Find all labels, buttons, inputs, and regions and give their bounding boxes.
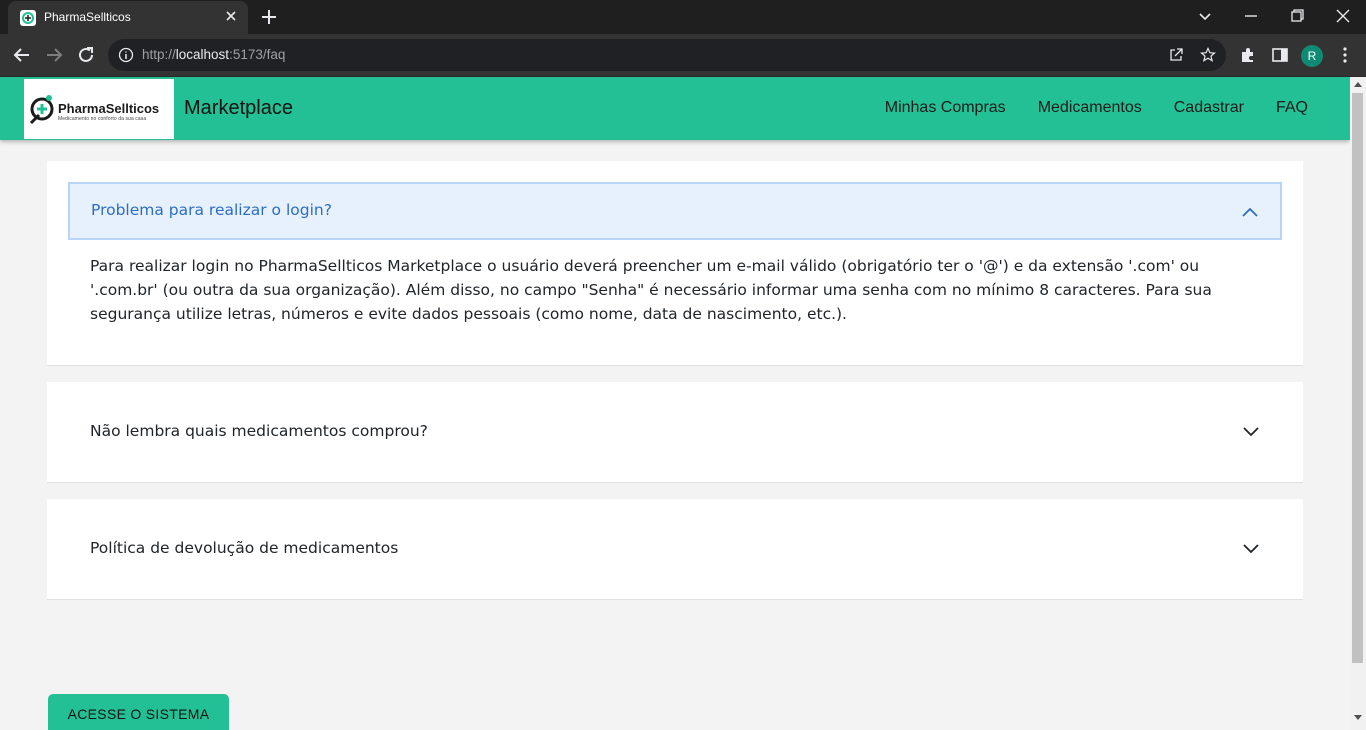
chevron-up-icon <box>1242 207 1258 217</box>
scroll-down-arrow-icon[interactable] <box>1353 714 1363 722</box>
nav-link-minhas-compras[interactable]: Minhas Compras <box>885 99 1006 117</box>
site-navbar: PharmaSellticos Medicamento no conforto … <box>0 77 1350 140</box>
share-icon[interactable] <box>1168 47 1184 63</box>
faq-question: Política de devolução de medicamentos <box>90 539 399 557</box>
nav-link-medicamentos[interactable]: Medicamentos <box>1038 99 1142 117</box>
faq-answer: Para realizar login no PharmaSellticos M… <box>90 257 1212 323</box>
logo-emblem-icon <box>29 95 54 125</box>
side-panel-icon[interactable] <box>1271 46 1289 64</box>
site-info-icon[interactable] <box>118 47 134 63</box>
extensions-icon[interactable] <box>1239 46 1257 64</box>
forward-icon[interactable] <box>44 45 64 65</box>
faq-question-button[interactable]: Não lembra quais medicamentos comprou? <box>68 403 1282 461</box>
faq-question: Problema para realizar o login? <box>91 201 332 219</box>
new-tab-icon[interactable] <box>260 8 278 26</box>
address-bar[interactable]: http://localhost:5173/faq <box>108 39 1226 71</box>
tab-title: PharmaSellticos <box>44 10 131 24</box>
faq-question-button[interactable]: Política de devolução de medicamentos <box>68 520 1282 578</box>
faq-item: Política de devolução de medicamentos <box>47 499 1303 600</box>
browser-menu-icon[interactable] <box>1336 46 1354 64</box>
main-nav: Minhas Compras Medicamentos Cadastrar FA… <box>853 99 1308 117</box>
site-favicon-icon <box>20 10 36 26</box>
logo-text: PharmaSellticos <box>58 101 160 116</box>
back-icon[interactable] <box>12 45 32 65</box>
faq-question-button[interactable]: Problema para realizar o login? <box>68 182 1282 240</box>
scroll-up-arrow-icon[interactable] <box>1353 80 1363 88</box>
faq-item: Não lembra quais medicamentos comprou? <box>47 382 1303 483</box>
browser-tab[interactable]: PharmaSellticos <box>8 1 248 34</box>
nav-link-cadastrar[interactable]: Cadastrar <box>1174 99 1244 117</box>
minimize-icon[interactable] <box>1240 6 1262 26</box>
faq-item: Problema para realizar o login? Para rea… <box>47 161 1303 366</box>
scrollbar-thumb[interactable] <box>1352 93 1363 663</box>
chevron-down-icon <box>1243 544 1259 554</box>
browser-tab-bar: PharmaSellticos <box>0 0 1366 34</box>
logo-tagline: Medicamento no conforto da sua casa <box>58 116 147 122</box>
browser-toolbar: http://localhost:5173/faq <box>0 34 1366 77</box>
site-logo[interactable]: PharmaSellticos Medicamento no conforto … <box>24 79 174 139</box>
close-tab-icon[interactable] <box>224 9 238 23</box>
page-content: PharmaSellticos Medicamento no conforto … <box>0 77 1350 730</box>
url-text: http://localhost:5173/faq <box>142 47 286 62</box>
reload-icon[interactable] <box>76 45 96 65</box>
bookmark-star-icon[interactable] <box>1200 47 1216 63</box>
close-window-icon[interactable] <box>1332 6 1354 26</box>
faq-question: Não lembra quais medicamentos comprou? <box>90 422 428 440</box>
access-system-button[interactable]: ACESSE O SISTEMA <box>48 694 229 730</box>
restore-icon[interactable] <box>1286 6 1308 26</box>
chevron-down-icon <box>1243 427 1259 437</box>
nav-link-faq[interactable]: FAQ <box>1276 99 1308 117</box>
profile-avatar[interactable]: R <box>1301 45 1323 67</box>
brand-title: Marketplace <box>184 97 293 119</box>
tab-search-icon[interactable] <box>1194 6 1216 26</box>
